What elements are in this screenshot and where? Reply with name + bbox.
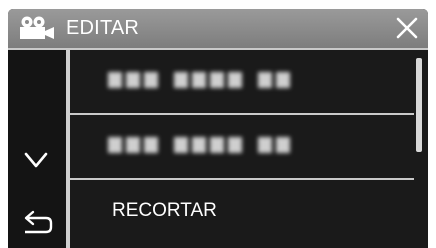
camera-menu-screen: EDITAR RECORTAR xyxy=(8,9,428,248)
close-icon[interactable] xyxy=(392,13,422,43)
scrollbar-thumb[interactable] xyxy=(416,58,422,152)
page-title: EDITAR xyxy=(66,17,140,39)
return-arrow-icon[interactable] xyxy=(16,206,56,240)
blurred-label xyxy=(108,137,290,153)
scrollbar[interactable] xyxy=(414,50,428,248)
menu-item-1[interactable] xyxy=(70,50,414,113)
movie-camera-icon xyxy=(20,16,54,39)
chevron-down-icon[interactable] xyxy=(18,144,54,176)
menu-item-2[interactable] xyxy=(70,115,414,178)
blurred-label xyxy=(108,72,290,88)
screen: EDITAR RECORTAR xyxy=(0,0,436,248)
menu-item-recortar[interactable]: RECORTAR xyxy=(70,180,414,248)
menu-list: RECORTAR xyxy=(70,50,414,248)
menu-item-label: RECORTAR xyxy=(112,200,217,221)
navigation-panel xyxy=(8,50,66,248)
menu-header: EDITAR xyxy=(8,9,428,50)
